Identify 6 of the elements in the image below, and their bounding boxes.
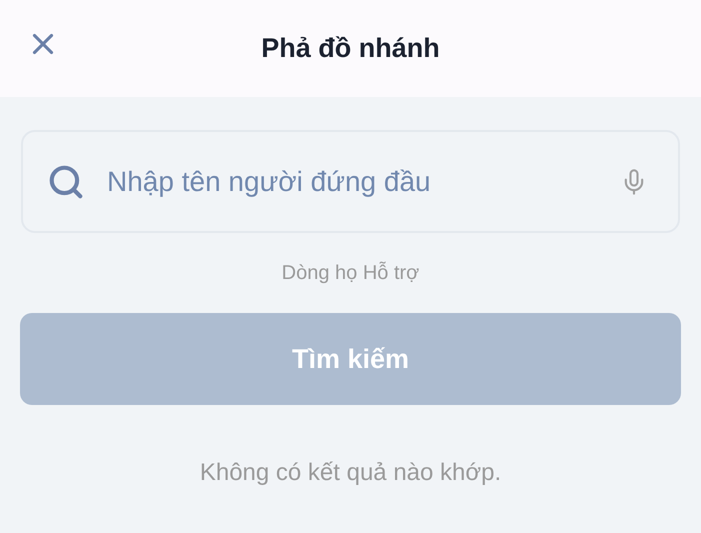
hint-text: Dòng họ Hỗ trợ [282,260,420,286]
search-icon [47,162,85,200]
search-input[interactable]: Nhập tên người đứng đầu [107,160,598,202]
window-title: Phả đồ nhánh [261,32,440,66]
empty-message: Không có kết quả nào khớp. [200,458,502,488]
search-box[interactable]: Nhập tên người đứng đầu [21,130,680,233]
